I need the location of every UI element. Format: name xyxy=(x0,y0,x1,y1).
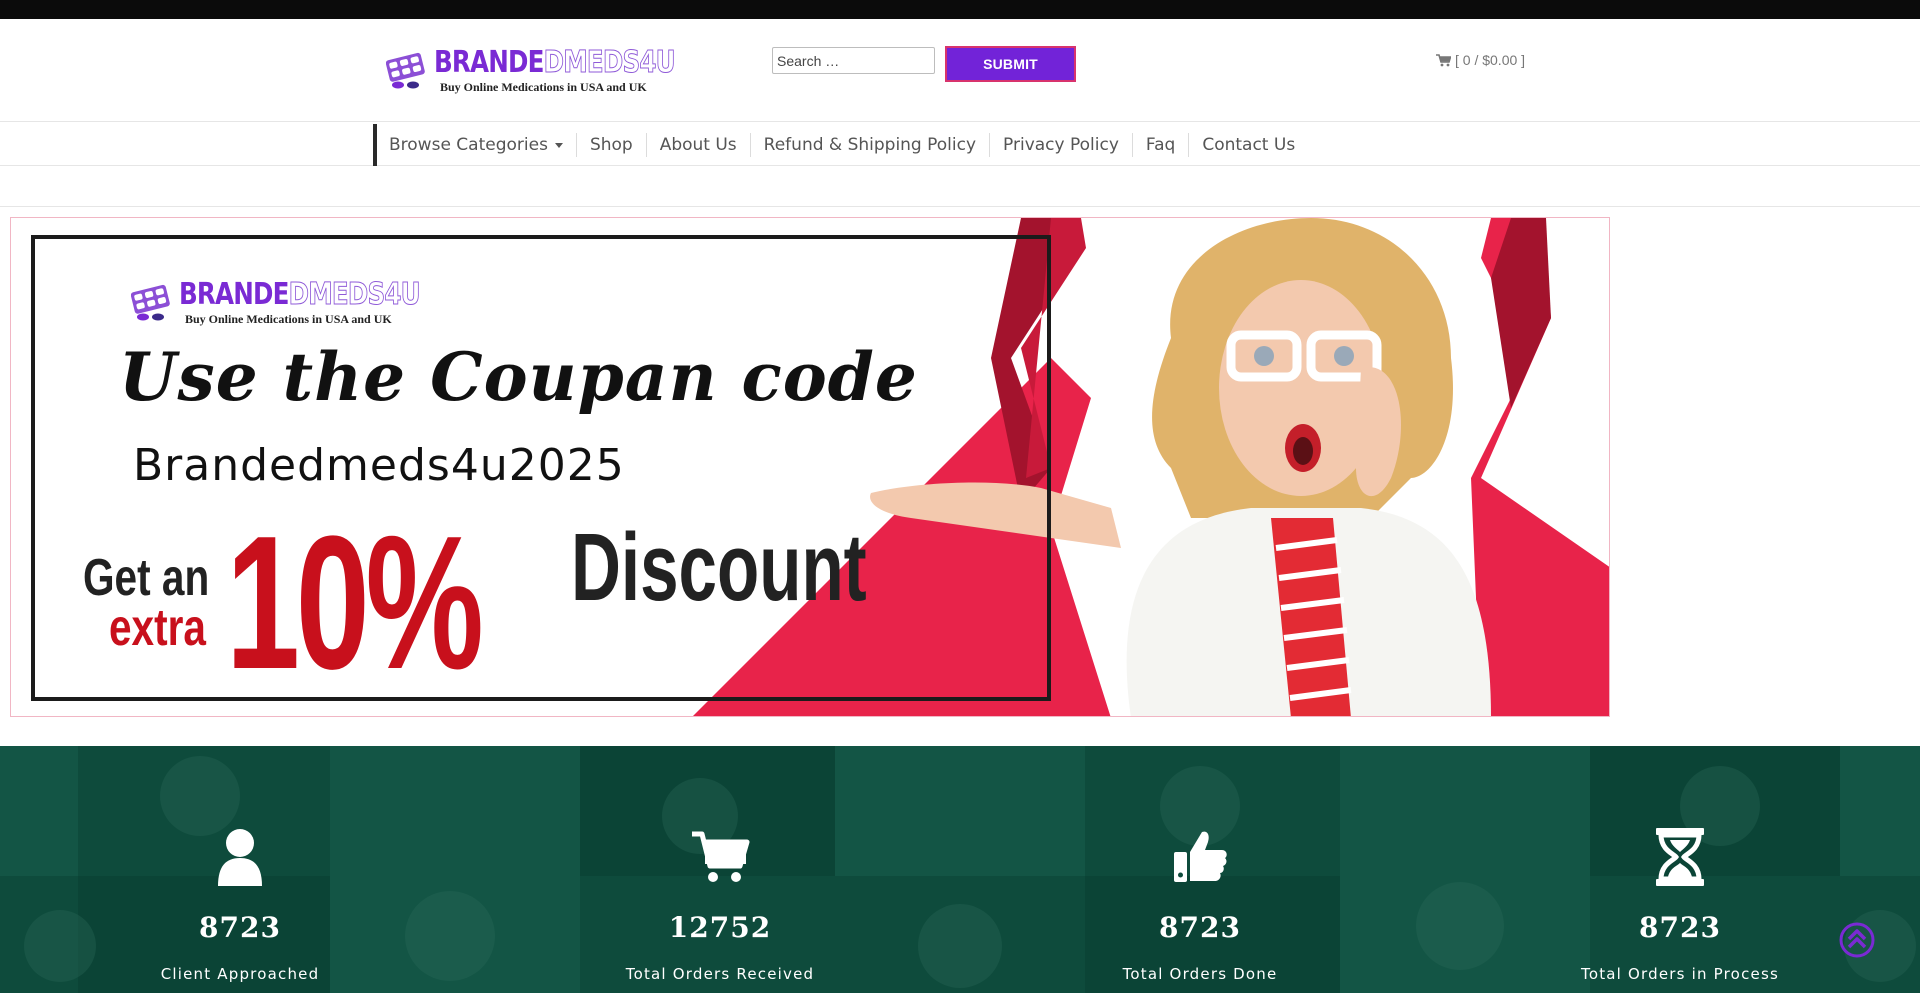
nav-item-privacy-policy[interactable]: Privacy Policy xyxy=(989,133,1132,157)
caret-down-icon xyxy=(554,142,563,148)
stat-value: 8723 xyxy=(1639,911,1721,944)
site-header: BRANDEDMEDS4U Buy Online Medications in … xyxy=(0,19,1920,121)
cart-summary: [ 0 / $0.00 ] xyxy=(1455,52,1526,68)
get-an-text: Get an xyxy=(83,549,210,607)
thumbs-up-icon xyxy=(1174,831,1227,882)
banner-logo-wordmark: BRANDEDMEDS4U xyxy=(179,277,421,312)
banner-logo-tagline: Buy Online Medications in USA and UK xyxy=(185,312,392,326)
nav-item-contact-us[interactable]: Contact Us xyxy=(1188,133,1308,157)
stat-total-orders-done: 8723 Total Orders Done xyxy=(1050,746,1350,993)
stat-label: Total Orders in Process xyxy=(1581,965,1779,983)
discount-text: Discount xyxy=(571,514,867,621)
search-submit-button[interactable]: SUBMIT xyxy=(945,46,1076,82)
coupon-code: Brandedmeds4u2025 xyxy=(133,440,625,491)
nav-item-browse-categories[interactable]: Browse Categories xyxy=(377,133,576,157)
stat-label: Total Orders Done xyxy=(1122,965,1278,983)
site-logo[interactable]: BRANDEDMEDS4U Buy Online Medications in … xyxy=(386,45,676,98)
stat-client-approached: 8723 Client Approached xyxy=(90,746,390,993)
stat-value: 12752 xyxy=(668,911,772,944)
scroll-to-top-icon[interactable] xyxy=(1839,922,1875,958)
stat-label: Client Approached xyxy=(160,965,320,983)
logo-wordmark: BRANDEDMEDS4U xyxy=(434,45,676,80)
breadcrumb-strip xyxy=(0,166,1920,207)
nav-item-label: Browse Categories xyxy=(389,135,548,155)
pill-pack-logo-icon xyxy=(386,52,425,89)
cart-icon xyxy=(692,831,750,882)
pill-pack-logo-icon xyxy=(131,284,170,321)
nav-menu: Browse Categories Shop About Us Refund &… xyxy=(373,124,1308,166)
stat-label: Total Orders Received xyxy=(625,965,815,983)
stat-value: 8723 xyxy=(1159,911,1241,944)
hourglass-icon xyxy=(1656,828,1704,886)
search-input[interactable] xyxy=(772,47,935,74)
discount-percent: 10% xyxy=(226,497,484,709)
stats-section: 8723 Client Approached 12752 Total Order… xyxy=(0,746,1920,993)
main-navigation: Browse Categories Shop About Us Refund &… xyxy=(0,121,1920,166)
user-icon xyxy=(218,829,262,886)
nav-item-about-us[interactable]: About Us xyxy=(645,133,750,157)
nav-item-refund-shipping-policy[interactable]: Refund & Shipping Policy xyxy=(749,133,989,157)
stat-total-orders-in-process: 8723 Total Orders in Process xyxy=(1530,746,1830,993)
nav-item-faq[interactable]: Faq xyxy=(1131,133,1188,157)
banner-logo: BRANDEDMEDS4U Buy Online Medications in … xyxy=(131,277,431,330)
shopping-cart-icon xyxy=(1436,53,1451,66)
stat-value: 8723 xyxy=(199,911,281,944)
promo-banner[interactable]: BRANDEDMEDS4U Buy Online Medications in … xyxy=(10,217,1610,717)
top-black-bar xyxy=(0,0,1920,19)
extra-text: extra xyxy=(109,599,206,657)
coupon-headline: Use the Coupan code xyxy=(119,338,918,416)
stat-total-orders-received: 12752 Total Orders Received xyxy=(570,746,870,993)
cart-link[interactable]: [ 0 / $0.00 ] xyxy=(1436,52,1525,68)
nav-item-shop[interactable]: Shop xyxy=(575,133,646,157)
logo-tagline: Buy Online Medications in USA and UK xyxy=(440,80,647,94)
